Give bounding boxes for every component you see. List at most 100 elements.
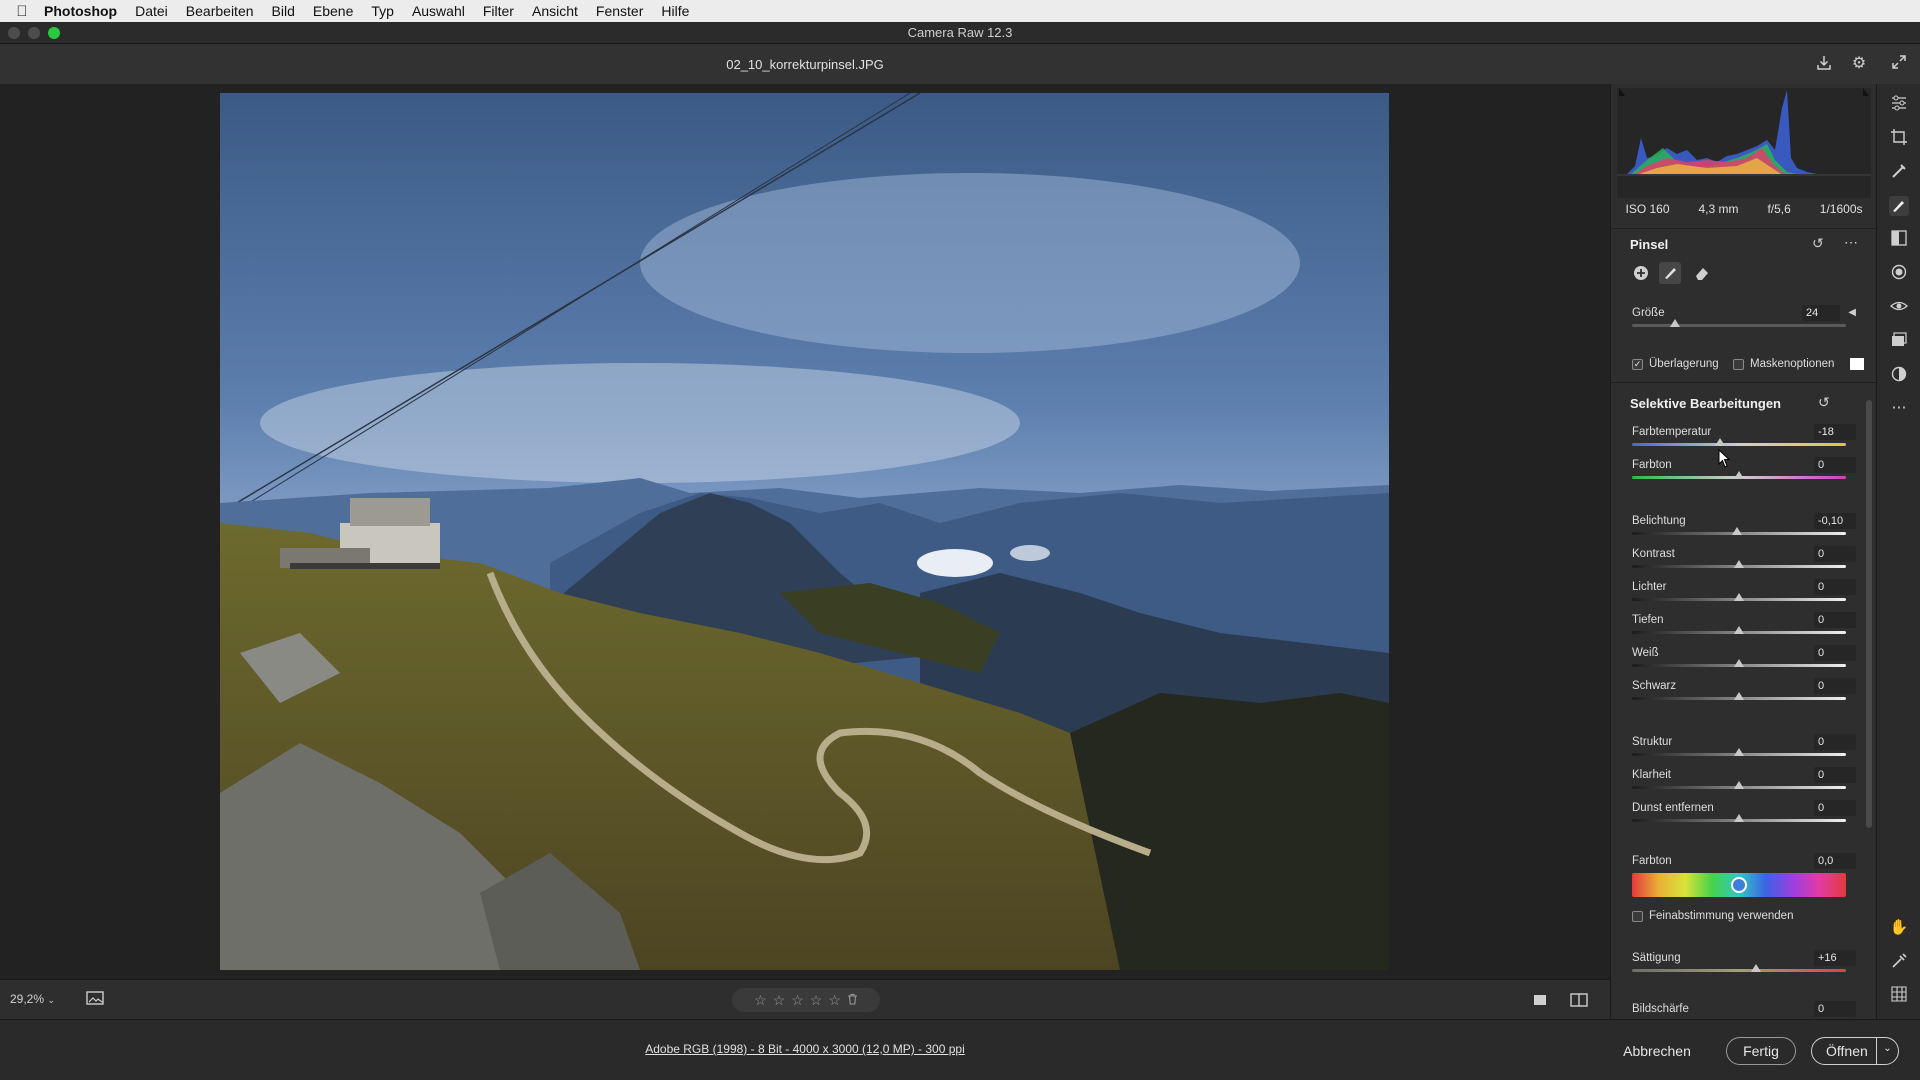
menu-bild[interactable]: Bild [272,3,295,19]
saturation-track[interactable] [1632,969,1846,972]
menu-typ[interactable]: Typ [371,3,394,19]
slider-shadows[interactable]: Tiefen 0 [1632,612,1856,640]
star-icon[interactable]: ☆ [791,992,804,1009]
slider-contrast[interactable]: Kontrast 0 [1632,546,1856,574]
slider-texture[interactable]: Struktur 0 [1632,734,1856,762]
sharpness-value[interactable]: 0 [1814,1001,1856,1017]
slider-thumb[interactable] [1714,438,1725,446]
mask-color-swatch[interactable] [1850,358,1865,370]
panel-scrollbar[interactable] [1866,400,1872,828]
close-window-button[interactable] [8,27,20,39]
slider-thumb[interactable] [1734,626,1744,634]
saturation-value[interactable]: +16 [1814,950,1856,966]
photo-preview[interactable] [220,93,1389,970]
collapse-icon[interactable]: ◀ [1848,307,1856,318]
slider-tint[interactable]: Farbton 0 [1632,457,1856,485]
slider-value[interactable]: 0 [1814,678,1856,694]
size-value[interactable]: 24 [1802,305,1840,321]
image-canvas[interactable] [0,84,1610,979]
overlay-check-box[interactable]: ✓ [1632,358,1643,370]
crop-icon[interactable] [1889,128,1909,148]
slider-whites[interactable]: Weiß 0 [1632,645,1856,673]
slider-thumb[interactable] [1734,748,1744,756]
menu-hilfe[interactable]: Hilfe [661,3,689,19]
graduated-filter-icon[interactable] [1889,230,1909,250]
slider-value[interactable]: -0,10 [1814,513,1856,529]
minimize-window-button[interactable] [28,27,40,39]
mask-check-box[interactable] [1733,358,1744,370]
star-icon[interactable]: ☆ [773,992,786,1009]
menu-fenster[interactable]: Fenster [596,3,643,19]
slider-value[interactable]: 0 [1814,457,1856,473]
red-eye-icon[interactable] [1889,298,1909,318]
menu-auswahl[interactable]: Auswahl [412,3,465,19]
reset-icon[interactable]: ↺ [1818,394,1830,411]
zoom-window-button[interactable] [48,27,60,39]
apple-icon[interactable]:  [0,3,44,20]
slider-thumb[interactable] [1734,781,1744,789]
finetune-checkbox[interactable]: Feinabstimmung verwenden [1632,910,1793,922]
menu-filter[interactable]: Filter [483,3,514,19]
zoom-level[interactable]: 29,2% ⌄ [10,992,55,1006]
preview-toggle-icon[interactable] [86,990,106,1011]
star-icon[interactable]: ☆ [754,992,767,1009]
reset-icon[interactable]: ↺ [1812,235,1824,252]
mask-options-checkbox[interactable]: Maskenoptionen [1733,358,1865,370]
slider-value[interactable]: 0 [1814,645,1856,661]
menu-bearbeiten[interactable]: Bearbeiten [186,3,254,19]
saturation-thumb[interactable] [1751,964,1762,972]
size-track[interactable] [1632,324,1846,327]
edit-sliders-icon[interactable] [1889,94,1909,114]
slider-value[interactable]: 0 [1814,546,1856,562]
eraser-icon[interactable] [1693,264,1711,285]
slider-thumb[interactable] [1734,814,1744,822]
slider-value[interactable]: 0 [1814,579,1856,595]
slider-thumb[interactable] [1734,560,1744,568]
fullscreen-icon[interactable] [1889,54,1909,74]
single-view-icon[interactable] [1532,992,1548,1011]
done-button[interactable]: Fertig [1726,1037,1796,1065]
before-after-icon[interactable] [1570,992,1588,1011]
slider-thumb[interactable] [1731,527,1742,535]
save-image-icon[interactable] [1814,54,1834,74]
adjustment-brush-icon[interactable] [1889,196,1909,216]
cancel-button[interactable]: Abbrechen [1612,1037,1702,1065]
add-brush-icon[interactable] [1632,264,1650,285]
size-thumb[interactable] [1669,319,1680,327]
gear-icon[interactable]: ⚙ [1849,54,1869,74]
slider-thumb[interactable] [1734,593,1744,601]
snapshots-icon[interactable] [1889,332,1909,352]
star-icon[interactable]: ☆ [828,992,841,1009]
slider-thumb[interactable] [1734,692,1744,700]
chevron-down-icon[interactable]: ⌄ [1876,1038,1898,1064]
hue-handle[interactable] [1731,877,1747,893]
slider-clarity[interactable]: Klarheit 0 [1632,767,1856,795]
menu-datei[interactable]: Datei [135,3,168,19]
more-options-icon[interactable]: ⋯ [1844,234,1858,251]
grid-icon[interactable] [1889,986,1909,1006]
hue-value[interactable]: 0,0 [1814,853,1856,869]
trash-icon[interactable] [847,992,858,1008]
slider-value[interactable]: 0 [1814,612,1856,628]
star-icon[interactable]: ☆ [810,992,823,1009]
menu-app-name[interactable]: Photoshop [44,3,117,19]
more-tools-icon[interactable]: ⋯ [1889,398,1909,418]
hand-icon[interactable]: ✋ [1889,918,1909,938]
radial-filter-icon[interactable] [1889,264,1909,284]
slider-highlights[interactable]: Lichter 0 [1632,579,1856,607]
slider-value[interactable]: 0 [1814,767,1856,783]
slider-thumb[interactable] [1734,659,1744,667]
slider-blacks[interactable]: Schwarz 0 [1632,678,1856,706]
finetune-check-box[interactable] [1632,910,1643,922]
overlay-checkbox[interactable]: ✓ Überlagerung [1632,358,1719,370]
brush-icon[interactable] [1659,262,1681,284]
presets-icon[interactable] [1889,366,1909,386]
slider-color-temperature[interactable]: Farbtemperatur -18 [1632,424,1856,452]
color-sampler-icon[interactable] [1889,952,1909,972]
slider-saturation[interactable]: Sättigung +16 [1632,950,1856,978]
slider-exposure[interactable]: Belichtung -0,10 [1632,513,1856,541]
slider-value[interactable]: 0 [1814,800,1856,816]
slider-value[interactable]: -18 [1814,424,1856,440]
menu-ebene[interactable]: Ebene [313,3,353,19]
open-button[interactable]: Öffnen ⌄ [1811,1037,1899,1065]
